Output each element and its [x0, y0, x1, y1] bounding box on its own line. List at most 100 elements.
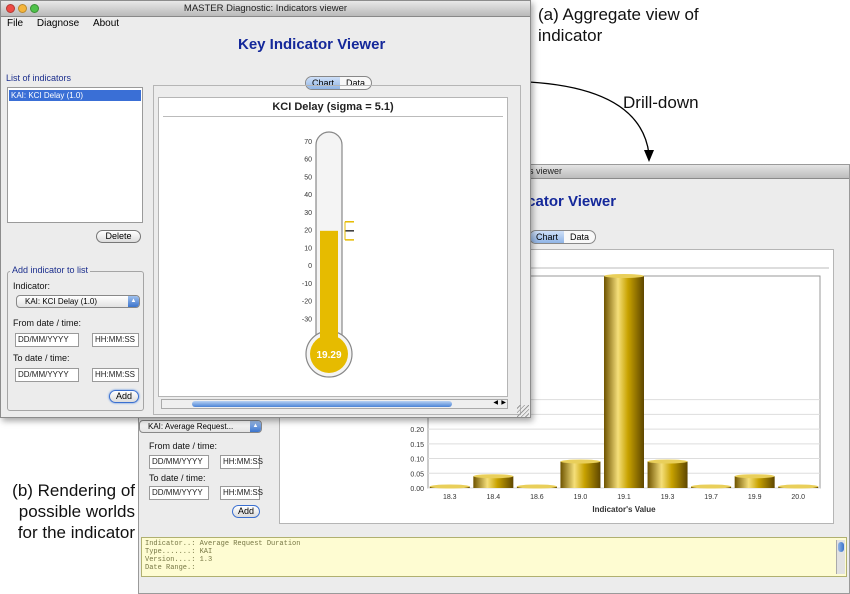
menu-diagnose[interactable]: Diagnose	[37, 18, 79, 29]
y-tick-label: 0.00	[410, 486, 424, 493]
y-tick-label: 0.05	[410, 471, 424, 478]
front-window-title: MASTER Diagnostic: Indicators viewer	[183, 3, 348, 14]
x-tick-label: 19.7	[704, 494, 718, 501]
x-tick-label: 19.9	[748, 494, 762, 501]
back-chevron-down-icon: ▲	[250, 421, 261, 432]
back-indicator-select[interactable]: KAI: Average Request... ▲	[139, 420, 262, 433]
menu-bar: File Diagnose About	[1, 17, 530, 31]
bar	[647, 461, 688, 488]
bar-cap	[778, 484, 819, 489]
back-from-label: From date / time:	[149, 441, 218, 451]
thermometer-tick-label: 30	[304, 210, 312, 217]
caption-aggregate-view: (a) Aggregate view of indicator	[538, 5, 699, 45]
scroll-right-icon[interactable]: ▶	[501, 399, 506, 406]
indicator-select[interactable]: KAI: KCI Delay (1.0) ▲	[16, 295, 140, 308]
to-time-input[interactable]: HH:MM:SS	[92, 368, 139, 382]
back-add-button[interactable]: Add	[232, 505, 260, 518]
minimize-window-icon[interactable]	[18, 4, 27, 13]
horizontal-scroll-thumb[interactable]	[192, 401, 452, 407]
maximize-window-icon[interactable]	[30, 4, 39, 13]
from-time-input[interactable]: HH:MM:SS	[92, 333, 139, 347]
back-to-time-input[interactable]: HH:MM:SS	[220, 486, 263, 500]
bar-cap	[734, 474, 775, 479]
console-line: Type.......: KAI	[145, 548, 213, 556]
menu-file[interactable]: File	[7, 18, 23, 29]
add-indicator-group-label: Add indicator to list	[10, 265, 91, 275]
thermometer-tick-label: 10	[304, 245, 312, 252]
console-line: Date Range.:	[145, 564, 196, 572]
from-date-label: From date / time:	[13, 318, 82, 328]
indicator-list: KAI: KCI Delay (1.0)	[7, 87, 143, 223]
add-button[interactable]: Add	[109, 390, 139, 403]
front-window-titlebar[interactable]: MASTER Diagnostic: Indicators viewer	[1, 1, 530, 17]
console-scroll-thumb[interactable]	[838, 542, 844, 552]
chevron-down-icon: ▲	[128, 296, 139, 307]
bar-cap	[429, 484, 470, 489]
thermometer-tick-label: 40	[304, 192, 312, 199]
thermometer-tick-label: -10	[302, 281, 312, 288]
thermometer-tick-label: 0	[308, 263, 312, 270]
console-scrollbar[interactable]	[836, 540, 845, 574]
back-page-heading: icator Viewer	[523, 193, 617, 210]
thermometer-title: KCI Delay (sigma = 5.1)	[272, 101, 394, 113]
x-tick-label: 18.6	[530, 494, 544, 501]
indicator-list-item[interactable]: KAI: KCI Delay (1.0)	[9, 90, 141, 101]
indicator-select-value: KAI: KCI Delay (1.0)	[25, 297, 98, 306]
indicator-console: Indicator..: Average Request Duration Ty…	[141, 537, 847, 577]
x-axis-label: Indicator's Value	[592, 505, 656, 514]
bar	[604, 276, 644, 488]
add-indicator-group: Add indicator to list Indicator: KAI: KC…	[7, 265, 144, 411]
drill-down-arrow	[528, 81, 654, 162]
bar-cap	[604, 274, 644, 278]
thermometer-tick-label: -20	[302, 299, 312, 306]
to-date-input[interactable]: DD/MM/YYYY	[15, 368, 79, 382]
thermometer-tick-label: -30	[302, 316, 312, 323]
indicator-label: Indicator:	[13, 281, 51, 291]
thermometer-fill	[320, 230, 338, 352]
x-tick-label: 20.0	[791, 494, 805, 501]
menu-about[interactable]: About	[93, 18, 119, 29]
bar-cap	[560, 459, 601, 464]
bar-cap	[691, 484, 732, 489]
back-tab-chart[interactable]: Chart	[530, 231, 565, 243]
page-heading: Key Indicator Viewer	[238, 36, 386, 53]
thermometer-value-label: 19.29	[316, 350, 341, 361]
bar-cap	[473, 474, 514, 479]
thermometer-tick-label: 50	[304, 174, 312, 181]
resize-grip-icon[interactable]	[517, 405, 529, 417]
y-tick-label: 0.20	[410, 427, 424, 434]
x-tick-label: 19.3	[661, 494, 675, 501]
thermometer-gauge: 19.29 70 60 50 40 30 20 10 0 -10 -20 -30	[302, 131, 354, 378]
front-indicators-window: MASTER Diagnostic: Indicators viewer Fil…	[0, 0, 531, 418]
x-tick-label: 19.1	[617, 494, 631, 501]
back-to-date-input[interactable]: DD/MM/YYYY	[149, 486, 209, 500]
close-window-icon[interactable]	[6, 4, 15, 13]
thermometer-tick-label: 60	[304, 157, 312, 164]
back-to-label: To date / time:	[149, 473, 206, 483]
back-view-tabs: Chart Data	[529, 230, 597, 244]
x-tick-label: 18.3	[443, 494, 457, 501]
to-date-label: To date / time:	[13, 353, 70, 363]
back-tab-data[interactable]: Data	[564, 231, 595, 243]
delete-button[interactable]: Delete	[96, 230, 141, 243]
console-line: Indicator..: Average Request Duration	[145, 540, 301, 548]
back-from-date-input[interactable]: DD/MM/YYYY	[149, 455, 209, 469]
bar-cap	[647, 459, 688, 464]
y-tick-label: 0.10	[410, 457, 424, 464]
scroll-left-icon[interactable]: ◀	[493, 399, 498, 406]
back-from-time-input[interactable]: HH:MM:SS	[220, 455, 263, 469]
from-date-input[interactable]: DD/MM/YYYY	[15, 333, 79, 347]
console-line: Version....: 1.3	[145, 556, 213, 564]
bar-cap	[516, 484, 557, 489]
x-tick-label: 18.4	[487, 494, 501, 501]
y-tick-label: 0.15	[410, 442, 424, 449]
thermometer-tick-label: 70	[304, 139, 312, 146]
back-window-title: s viewer	[529, 166, 563, 176]
thermometer-tick-label: 20	[304, 228, 312, 235]
x-tick-label: 19.0	[574, 494, 588, 501]
horizontal-scrollbar[interactable]: ◀ ▶	[161, 399, 508, 409]
back-indicator-select-value: KAI: Average Request...	[148, 422, 234, 431]
bar	[560, 461, 601, 488]
caption-possible-worlds: (b) Rendering of possible worlds for the…	[12, 481, 135, 542]
indicator-list-label: List of indicators	[6, 73, 72, 83]
